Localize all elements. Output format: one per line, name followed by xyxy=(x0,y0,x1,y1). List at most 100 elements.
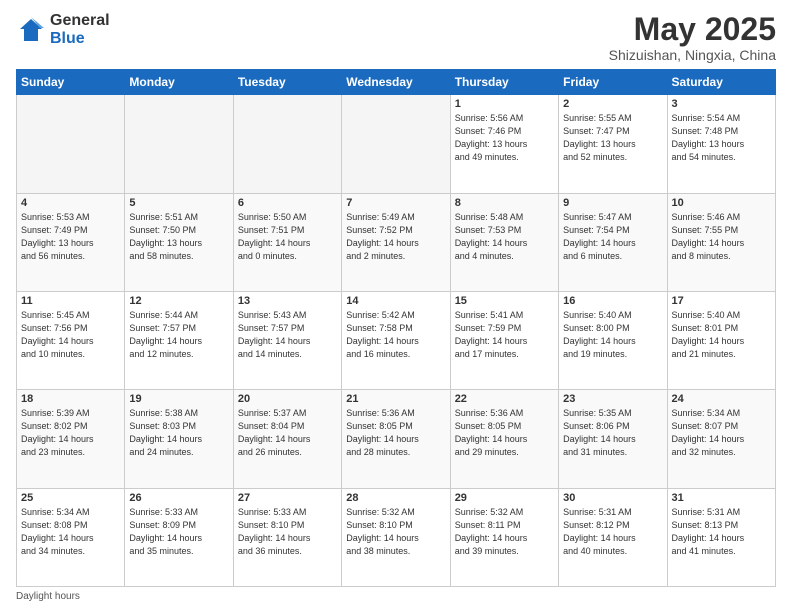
day-info: Sunrise: 5:50 AM Sunset: 7:51 PM Dayligh… xyxy=(238,211,337,263)
calendar-cell: 22 Sunrise: 5:36 AM Sunset: 8:05 PM Dayli… xyxy=(450,390,558,488)
day-info: Sunrise: 5:39 AM Sunset: 8:02 PM Dayligh… xyxy=(21,407,120,459)
calendar-cell: 24 Sunrise: 5:34 AM Sunset: 8:07 PM Dayli… xyxy=(667,390,775,488)
calendar-week-2: 4 Sunrise: 5:53 AM Sunset: 7:49 PM Daylig… xyxy=(17,193,776,291)
calendar-cell: 17 Sunrise: 5:40 AM Sunset: 8:01 PM Dayli… xyxy=(667,291,775,389)
day-number: 31 xyxy=(672,492,771,504)
page: General Blue May 2025 Shizuishan, Ningxi… xyxy=(0,0,792,612)
col-header-wednesday: Wednesday xyxy=(342,70,450,95)
day-number: 24 xyxy=(672,393,771,405)
day-info: Sunrise: 5:54 AM Sunset: 7:48 PM Dayligh… xyxy=(672,112,771,164)
day-info: Sunrise: 5:32 AM Sunset: 8:10 PM Dayligh… xyxy=(346,506,445,558)
day-number: 16 xyxy=(563,295,662,307)
calendar-cell: 31 Sunrise: 5:31 AM Sunset: 8:13 PM Dayli… xyxy=(667,488,775,586)
day-number: 8 xyxy=(455,197,554,209)
day-info: Sunrise: 5:33 AM Sunset: 8:10 PM Dayligh… xyxy=(238,506,337,558)
header: General Blue May 2025 Shizuishan, Ningxi… xyxy=(16,12,776,63)
day-info: Sunrise: 5:35 AM Sunset: 8:06 PM Dayligh… xyxy=(563,407,662,459)
col-header-thursday: Thursday xyxy=(450,70,558,95)
day-number: 17 xyxy=(672,295,771,307)
calendar-header-row: SundayMondayTuesdayWednesdayThursdayFrid… xyxy=(17,70,776,95)
day-number: 25 xyxy=(21,492,120,504)
calendar-week-5: 25 Sunrise: 5:34 AM Sunset: 8:08 PM Dayli… xyxy=(17,488,776,586)
day-info: Sunrise: 5:41 AM Sunset: 7:59 PM Dayligh… xyxy=(455,309,554,361)
day-number: 15 xyxy=(455,295,554,307)
calendar-cell: 29Sunrise: 5:32 AM Sunset: 8:11 PM Dayli… xyxy=(450,488,558,586)
calendar-cell: 3 Sunrise: 5:54 AM Sunset: 7:48 PM Daylig… xyxy=(667,95,775,193)
calendar-cell: 19Sunrise: 5:38 AM Sunset: 8:03 PM Dayli… xyxy=(125,390,233,488)
day-number: 29 xyxy=(455,492,554,504)
day-number: 10 xyxy=(672,197,771,209)
day-number: 21 xyxy=(346,393,445,405)
calendar-table: SundayMondayTuesdayWednesdayThursdayFrid… xyxy=(16,69,776,587)
calendar-cell: 30 Sunrise: 5:31 AM Sunset: 8:12 PM Dayli… xyxy=(559,488,667,586)
day-number: 4 xyxy=(21,197,120,209)
day-info: Sunrise: 5:36 AM Sunset: 8:05 PM Dayligh… xyxy=(455,407,554,459)
calendar-cell: 10 Sunrise: 5:46 AM Sunset: 7:55 PM Dayli… xyxy=(667,193,775,291)
day-number: 9 xyxy=(563,197,662,209)
day-number: 5 xyxy=(129,197,228,209)
day-info: Sunrise: 5:31 AM Sunset: 8:13 PM Dayligh… xyxy=(672,506,771,558)
month-title: May 2025 xyxy=(609,12,776,47)
day-number: 20 xyxy=(238,393,337,405)
day-info: Sunrise: 5:49 AM Sunset: 7:52 PM Dayligh… xyxy=(346,211,445,263)
day-info: Sunrise: 5:40 AM Sunset: 8:01 PM Dayligh… xyxy=(672,309,771,361)
calendar-cell: 16Sunrise: 5:40 AM Sunset: 8:00 PM Dayli… xyxy=(559,291,667,389)
calendar-cell: 11 Sunrise: 5:45 AM Sunset: 7:56 PM Dayli… xyxy=(17,291,125,389)
day-info: Sunrise: 5:33 AM Sunset: 8:09 PM Dayligh… xyxy=(129,506,228,558)
day-number: 6 xyxy=(238,197,337,209)
calendar-cell: 23 Sunrise: 5:35 AM Sunset: 8:06 PM Dayli… xyxy=(559,390,667,488)
day-info: Sunrise: 5:34 AM Sunset: 8:07 PM Dayligh… xyxy=(672,407,771,459)
calendar-cell: 6 Sunrise: 5:50 AM Sunset: 7:51 PM Daylig… xyxy=(233,193,341,291)
day-info: Sunrise: 5:47 AM Sunset: 7:54 PM Dayligh… xyxy=(563,211,662,263)
calendar-cell: 21 Sunrise: 5:36 AM Sunset: 8:05 PM Dayli… xyxy=(342,390,450,488)
calendar-cell: 9 Sunrise: 5:47 AM Sunset: 7:54 PM Daylig… xyxy=(559,193,667,291)
calendar-cell: 5 Sunrise: 5:51 AM Sunset: 7:50 PM Daylig… xyxy=(125,193,233,291)
day-info: Sunrise: 5:36 AM Sunset: 8:05 PM Dayligh… xyxy=(346,407,445,459)
day-number: 18 xyxy=(21,393,120,405)
day-number: 22 xyxy=(455,393,554,405)
calendar-cell: 20Sunrise: 5:37 AM Sunset: 8:04 PM Dayli… xyxy=(233,390,341,488)
day-number: 3 xyxy=(672,98,771,110)
day-info: Sunrise: 5:45 AM Sunset: 7:56 PM Dayligh… xyxy=(21,309,120,361)
calendar-cell: 14 Sunrise: 5:42 AM Sunset: 7:58 PM Dayli… xyxy=(342,291,450,389)
day-info: Sunrise: 5:48 AM Sunset: 7:53 PM Dayligh… xyxy=(455,211,554,263)
day-number: 30 xyxy=(563,492,662,504)
calendar-cell: 4 Sunrise: 5:53 AM Sunset: 7:49 PM Daylig… xyxy=(17,193,125,291)
calendar-cell xyxy=(125,95,233,193)
calendar-cell: 8 Sunrise: 5:48 AM Sunset: 7:53 PM Daylig… xyxy=(450,193,558,291)
logo-text: General Blue xyxy=(50,12,110,47)
calendar-cell: 25 Sunrise: 5:34 AM Sunset: 8:08 PM Dayli… xyxy=(17,488,125,586)
day-info: Sunrise: 5:34 AM Sunset: 8:08 PM Dayligh… xyxy=(21,506,120,558)
day-info: Sunrise: 5:43 AM Sunset: 7:57 PM Dayligh… xyxy=(238,309,337,361)
day-info: Sunrise: 5:53 AM Sunset: 7:49 PM Dayligh… xyxy=(21,211,120,263)
day-number: 12 xyxy=(129,295,228,307)
calendar-cell: 28 Sunrise: 5:32 AM Sunset: 8:10 PM Dayli… xyxy=(342,488,450,586)
day-number: 1 xyxy=(455,98,554,110)
calendar-week-4: 18 Sunrise: 5:39 AM Sunset: 8:02 PM Dayli… xyxy=(17,390,776,488)
day-number: 13 xyxy=(238,295,337,307)
day-number: 11 xyxy=(21,295,120,307)
logo-general-text: General xyxy=(50,12,110,30)
day-info: Sunrise: 5:31 AM Sunset: 8:12 PM Dayligh… xyxy=(563,506,662,558)
calendar-cell: 12Sunrise: 5:44 AM Sunset: 7:57 PM Dayli… xyxy=(125,291,233,389)
day-info: Sunrise: 5:46 AM Sunset: 7:55 PM Dayligh… xyxy=(672,211,771,263)
col-header-sunday: Sunday xyxy=(17,70,125,95)
day-info: Sunrise: 5:55 AM Sunset: 7:47 PM Dayligh… xyxy=(563,112,662,164)
calendar-cell xyxy=(17,95,125,193)
col-header-friday: Friday xyxy=(559,70,667,95)
calendar-cell: 26Sunrise: 5:33 AM Sunset: 8:09 PM Dayli… xyxy=(125,488,233,586)
day-info: Sunrise: 5:42 AM Sunset: 7:58 PM Dayligh… xyxy=(346,309,445,361)
calendar-cell: 13 Sunrise: 5:43 AM Sunset: 7:57 PM Dayli… xyxy=(233,291,341,389)
day-info: Sunrise: 5:51 AM Sunset: 7:50 PM Dayligh… xyxy=(129,211,228,263)
footer-note: Daylight hours xyxy=(16,591,776,602)
col-header-saturday: Saturday xyxy=(667,70,775,95)
day-info: Sunrise: 5:38 AM Sunset: 8:03 PM Dayligh… xyxy=(129,407,228,459)
day-number: 14 xyxy=(346,295,445,307)
location: Shizuishan, Ningxia, China xyxy=(609,47,776,63)
day-number: 23 xyxy=(563,393,662,405)
calendar-cell: 1Sunrise: 5:56 AM Sunset: 7:46 PM Daylig… xyxy=(450,95,558,193)
col-header-monday: Monday xyxy=(125,70,233,95)
day-number: 28 xyxy=(346,492,445,504)
logo-blue-text: Blue xyxy=(50,30,110,48)
title-block: May 2025 Shizuishan, Ningxia, China xyxy=(609,12,776,63)
